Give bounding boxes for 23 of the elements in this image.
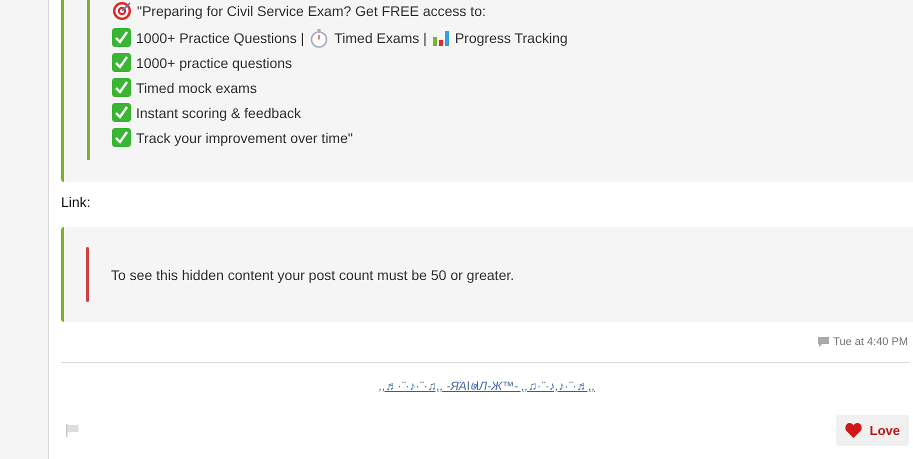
- quote-text: Progress Tracking: [454, 30, 568, 46]
- quote-text: 1000+ practice questions: [136, 54, 292, 70]
- checkbox-icon: [112, 28, 131, 47]
- quote-text: 1000+ Practice Questions |: [136, 30, 304, 46]
- checkbox-icon: [112, 53, 131, 72]
- quote-text: "Preparing for Civil Service Exam? Get FREE access to:: [137, 3, 486, 19]
- checkbox-icon: [112, 103, 131, 122]
- heart-icon: [844, 422, 862, 438]
- post-timestamp: Tue at 4:40 PM: [833, 336, 908, 348]
- comment-icon: [818, 337, 830, 347]
- love-button[interactable]: Love: [836, 414, 909, 446]
- stopwatch-icon: [309, 28, 330, 48]
- checkbox-icon: [112, 78, 131, 97]
- quote-text: Track your improvement over time": [136, 130, 353, 146]
- quote-text: Timed Exams |: [334, 30, 427, 46]
- link-label: Link:: [61, 193, 92, 212]
- hidden-content-notice: To see this hidden content your post count must be 50 or greater.: [111, 266, 514, 282]
- signature-link[interactable]: ,,♬·¨·♪·¨·♫,, -ЯΆǀ७ǀЛ-Ж™- ,,♫·¨·♪,♪·¨·♬,,: [378, 377, 596, 401]
- bar-chart-icon: [432, 28, 450, 46]
- checkbox-icon: [112, 128, 131, 147]
- quote-text: Timed mock exams: [136, 80, 257, 96]
- flag-icon[interactable]: [66, 424, 79, 436]
- quote-text: Instant scoring & feedback: [136, 104, 301, 120]
